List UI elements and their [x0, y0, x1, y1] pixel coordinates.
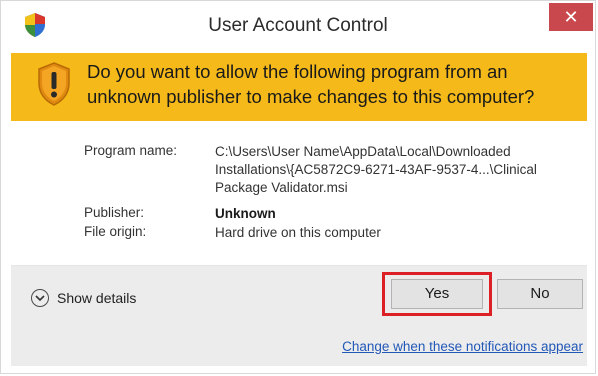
uac-question: Do you want to allow the following progr… [87, 61, 535, 107]
details-section: Program name: C:\Users\User Name\AppData… [11, 121, 587, 265]
window-title: User Account Control [208, 15, 388, 36]
warning-shield-icon [38, 62, 70, 106]
chevron-down-icon [31, 289, 49, 307]
publisher-label: Publisher: [84, 205, 145, 220]
show-details-toggle[interactable]: Show details [31, 286, 136, 310]
show-details-label: Show details [57, 290, 137, 306]
yes-button[interactable]: Yes [391, 279, 483, 309]
publisher-value: Unknown [215, 206, 276, 221]
file-origin-value: Hard drive on this computer [215, 225, 381, 240]
no-button[interactable]: No [497, 279, 583, 309]
dialog-footer: Show details Yes No Change when these no… [11, 266, 587, 366]
program-name-line-1: C:\Users\User Name\AppData\Local\Downloa… [215, 144, 511, 159]
program-name-line-3: Package Validator.msi [215, 180, 348, 195]
uac-dialog: User Account Control ✕ Do you want to al… [0, 0, 596, 374]
change-notifications-link[interactable]: Change when these notifications appear [342, 339, 583, 354]
file-origin-label: File origin: [84, 224, 147, 239]
title-bar: User Account Control ✕ [1, 1, 595, 51]
program-name-line-2: Installations\{AC5872C9-6271-43AF-9537-4… [215, 162, 537, 177]
program-name-label: Program name: [84, 143, 178, 158]
warning-banner: Do you want to allow the following progr… [11, 53, 587, 121]
close-button[interactable]: ✕ [549, 3, 593, 31]
